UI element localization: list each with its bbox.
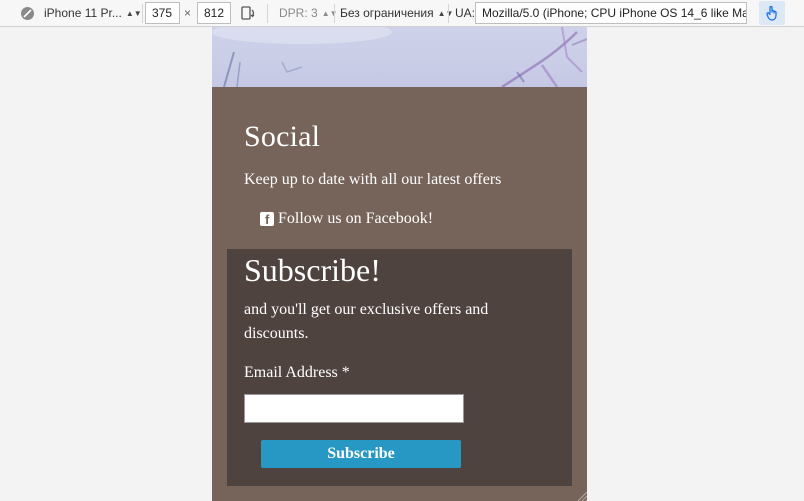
ua-label: UA: (455, 6, 476, 20)
facebook-link-label: Follow us on Facebook! (278, 210, 434, 227)
height-input[interactable]: 812 (197, 2, 231, 24)
resize-grip-icon[interactable] (575, 489, 587, 501)
dpr-value: DPR: 3 (279, 6, 318, 20)
chevron-up-down-icon: ▲▼ (437, 8, 454, 18)
throttle-value: Без ограничения (340, 6, 434, 20)
email-label: Email Address * (244, 364, 350, 381)
height-value: 812 (204, 6, 225, 20)
rotate-icon[interactable] (240, 0, 256, 26)
dpr-select[interactable]: DPR: 3 ▲▼ (279, 0, 338, 26)
width-value: 375 (152, 6, 173, 20)
width-input[interactable]: 375 (145, 2, 180, 24)
hand-pointer-icon (766, 5, 777, 21)
page-viewport: Social Keep up to date with all our late… (212, 27, 587, 501)
email-field[interactable] (244, 394, 464, 423)
social-description: Keep up to date with all our latest offe… (244, 171, 502, 188)
chevron-up-down-icon: ▲▼ (321, 8, 338, 18)
device-name: iPhone 11 Pr... (44, 6, 122, 20)
facebook-link[interactable]: f Follow us on Facebook! (260, 210, 433, 228)
subscribe-button[interactable]: Subscribe (261, 440, 461, 468)
user-agent-value: Mozilla/5.0 (iPhone; CPU iPhone OS 14_6 … (482, 6, 747, 20)
subscribe-heading: Subscribe! (244, 252, 381, 288)
device-select[interactable]: iPhone 11 Pr... ▲▼ (44, 0, 142, 26)
touch-emulation-button[interactable] (759, 1, 785, 25)
social-heading: Social (244, 120, 321, 153)
device-toolbar: iPhone 11 Pr... ▲▼ 375 × 812 DPR: 3 ▲▼ Б… (0, 0, 804, 27)
subscribe-panel: Subscribe! and you'll get our exclusive … (227, 249, 572, 486)
throttle-select[interactable]: Без ограничения ▲▼ (340, 0, 453, 26)
hero-image (212, 27, 587, 87)
user-agent-input[interactable]: Mozilla/5.0 (iPhone; CPU iPhone OS 14_6 … (475, 2, 747, 24)
chevron-up-down-icon: ▲▼ (125, 8, 142, 18)
subscribe-description: and you'll get our exclusive offers and … (244, 301, 489, 342)
dimension-separator: × (184, 6, 192, 20)
facebook-square-icon: f (260, 212, 274, 227)
no-emulation-icon[interactable] (20, 0, 35, 26)
